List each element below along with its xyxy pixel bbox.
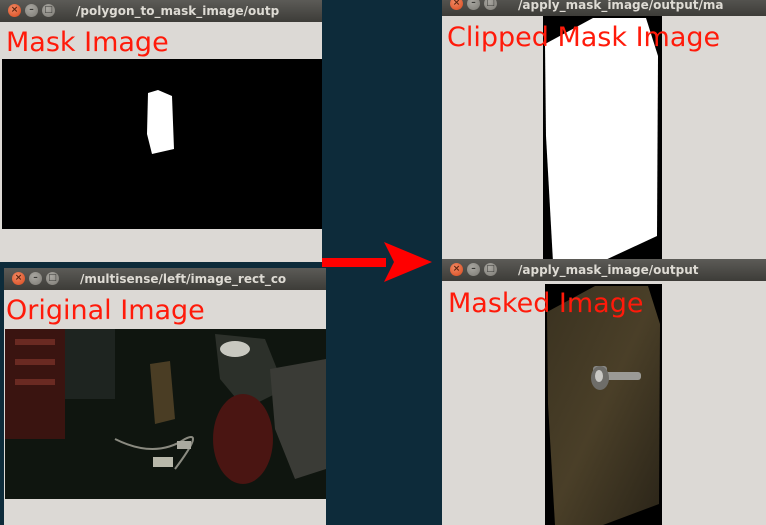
close-icon[interactable]: × <box>450 0 463 10</box>
original-image <box>5 329 326 499</box>
masked-image-label: Masked Image <box>448 288 644 319</box>
masked-image-window: × – □ /apply_mask_image/output Masked Im… <box>442 259 766 525</box>
maximize-icon[interactable]: □ <box>42 4 55 17</box>
window-titlebar[interactable]: × – □ /multisense/left/image_rect_co <box>4 268 326 290</box>
window-title: /apply_mask_image/output/ma <box>518 0 724 12</box>
close-icon[interactable]: × <box>12 272 25 285</box>
maximize-icon[interactable]: □ <box>484 0 497 10</box>
mask-image <box>2 59 322 229</box>
original-image-label: Original Image <box>6 295 205 326</box>
minimize-icon[interactable]: – <box>25 4 38 17</box>
minimize-icon[interactable]: – <box>467 0 480 10</box>
original-image-window: × – □ /multisense/left/image_rect_co Ori… <box>4 268 326 525</box>
mask-image-window: × – □ /polygon_to_mask_image/outp Mask I… <box>0 0 322 262</box>
close-icon[interactable]: × <box>450 263 463 276</box>
maximize-icon[interactable]: □ <box>46 272 59 285</box>
window-titlebar[interactable]: × – □ /apply_mask_image/output/ma <box>442 0 766 16</box>
clipped-mask-image-label: Clipped Mask Image <box>447 22 721 53</box>
minimize-icon[interactable]: – <box>29 272 42 285</box>
window-titlebar[interactable]: × – □ /polygon_to_mask_image/outp <box>0 0 322 22</box>
window-title: /polygon_to_mask_image/outp <box>76 4 280 18</box>
arrow-right-icon <box>322 238 434 286</box>
window-titlebar[interactable]: × – □ /apply_mask_image/output <box>442 259 766 281</box>
window-title: /apply_mask_image/output <box>518 263 699 277</box>
maximize-icon[interactable]: □ <box>484 263 497 276</box>
close-icon[interactable]: × <box>8 4 21 17</box>
window-title: /multisense/left/image_rect_co <box>80 272 287 286</box>
minimize-icon[interactable]: – <box>467 263 480 276</box>
masked-image <box>545 284 662 525</box>
mask-image-label: Mask Image <box>6 27 169 58</box>
clipped-mask-image-window: × – □ /apply_mask_image/output/ma Clippe… <box>442 0 766 262</box>
